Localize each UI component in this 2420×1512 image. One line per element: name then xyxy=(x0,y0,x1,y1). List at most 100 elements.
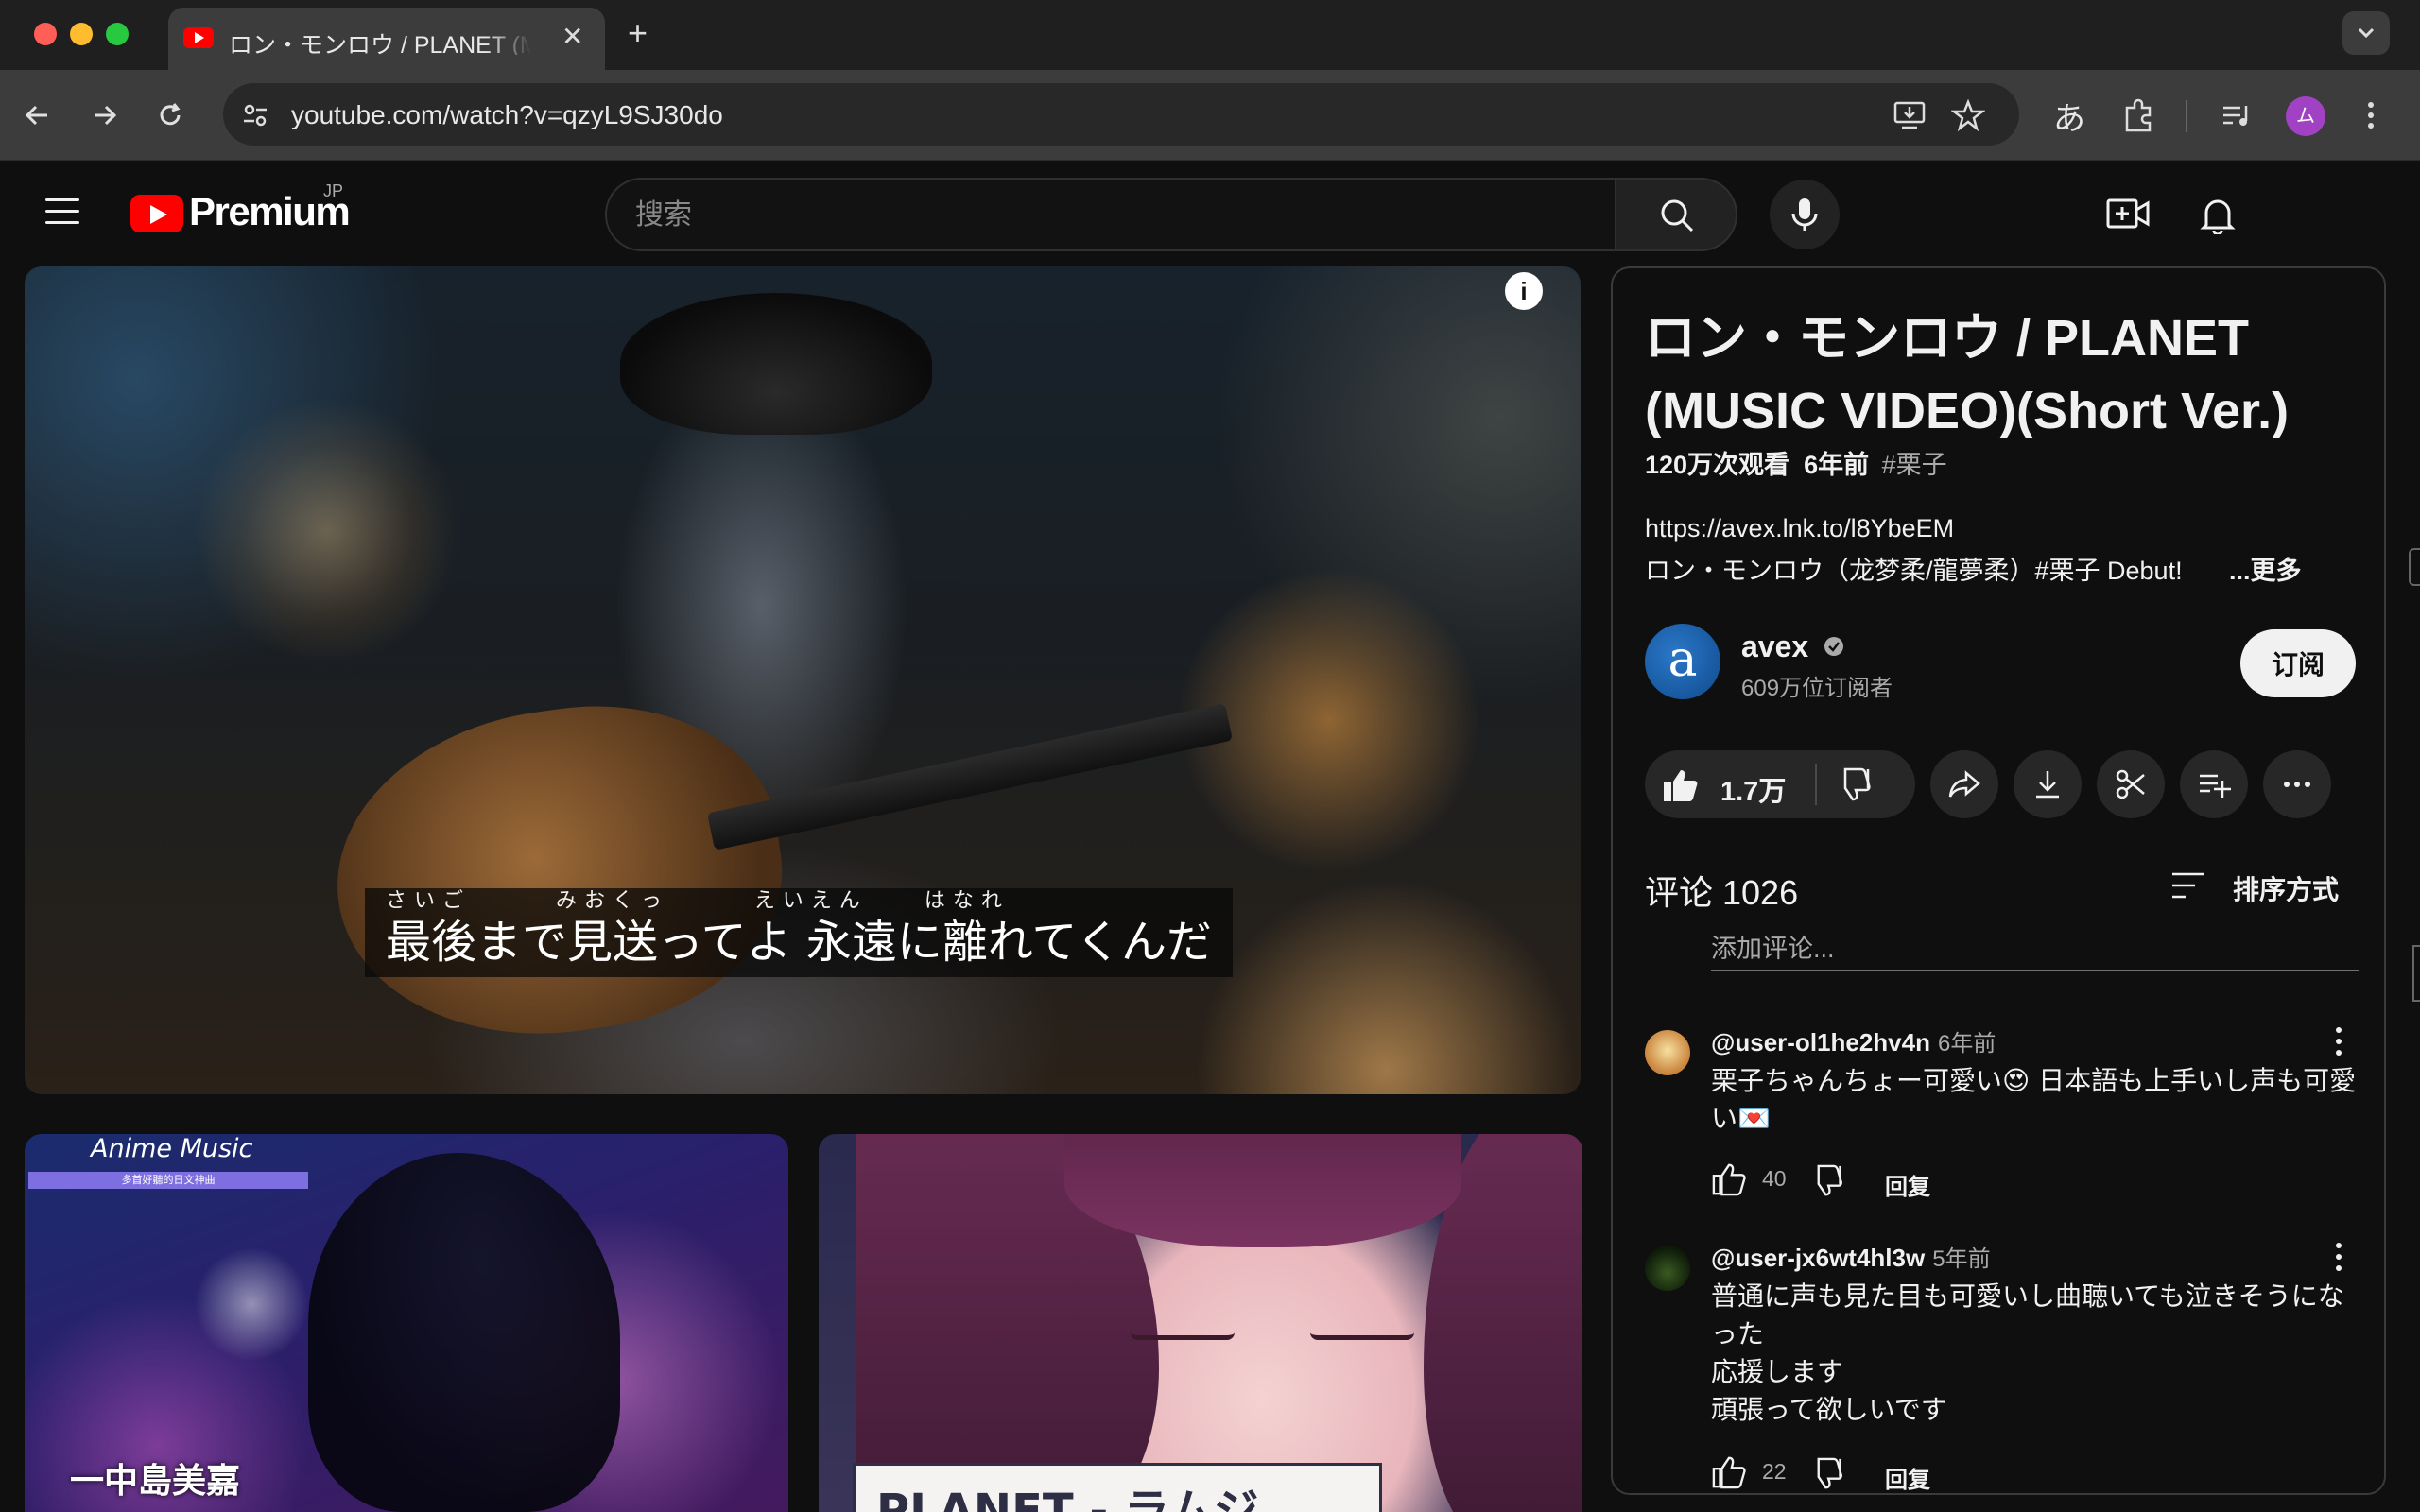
subscribe-button[interactable]: 订阅 xyxy=(2240,629,2356,697)
site-settings-icon[interactable] xyxy=(238,98,272,132)
browser-menu-icon[interactable] xyxy=(2360,96,2382,134)
comment-author[interactable]: @user-ol1he2hv4n 6年前 xyxy=(1711,1024,1996,1057)
thumbnail-artist: 一中島美嘉 xyxy=(70,1462,241,1501)
more-actions-button[interactable] xyxy=(2263,750,2331,818)
comment-item: @user-ol1he2hv4n 6年前 栗子ちゃんちょー可愛い😍 日本語も上手い… xyxy=(1645,1024,2363,1213)
youtube-logo-icon[interactable] xyxy=(130,195,183,232)
hashtag-link[interactable]: #栗子 xyxy=(1882,451,1947,479)
voice-search-button[interactable] xyxy=(1770,180,1840,249)
tab-close-icon[interactable]: ✕ xyxy=(562,21,583,52)
comment-author-avatar[interactable] xyxy=(1645,1030,1690,1075)
thumbnail-badge: Anime Music xyxy=(91,1134,253,1163)
comment-like-count: 40 xyxy=(1762,1166,1787,1191)
description-text: ロン・モンロウ（龙梦柔/龍夢柔）#栗子 Debut! xyxy=(1645,557,2183,585)
share-arrow-icon xyxy=(1948,770,1980,798)
playlist-add-icon xyxy=(2200,774,2231,798)
view-count: 120万次观看 xyxy=(1645,451,1790,479)
video-title: ロン・モンロウ / PLANET (MUSIC VIDEO)(Short Ver… xyxy=(1645,310,2290,439)
microphone-icon xyxy=(1791,198,1818,231)
recommended-video-thumbnail[interactable]: Anime Music 多首好聽的日文神曲 一中島美嘉 xyxy=(25,1134,788,1512)
input-method-indicator[interactable]: あ xyxy=(2053,93,2085,139)
info-card-icon[interactable]: i xyxy=(1505,272,1543,310)
thumbnail-title-box: PLANET - ラムジ xyxy=(853,1463,1382,1512)
guide-menu-icon[interactable] xyxy=(45,198,79,232)
comment-author[interactable]: @user-jx6wt4hl3w 5年前 xyxy=(1711,1240,1991,1273)
extensions-puzzle-icon[interactable] xyxy=(2119,96,2157,134)
thumbs-down-icon[interactable] xyxy=(1840,767,1877,803)
sort-label: 排序方式 xyxy=(2233,875,2340,904)
save-to-playlist-button[interactable] xyxy=(2180,750,2248,818)
forward-arrow-icon[interactable] xyxy=(85,96,123,134)
like-divider xyxy=(1815,764,1817,805)
comment-time[interactable]: 5年前 xyxy=(1932,1246,1990,1272)
tab-title: ロン・モンロウ / PLANET (MUSIC VIDEO)(Short Ver… xyxy=(229,32,531,55)
browser-toolbar: youtube.com/watch?v=qzyL9SJ30do あ ム xyxy=(0,70,2420,161)
download-icon xyxy=(2036,771,2059,799)
youtube-favicon-icon xyxy=(183,27,214,48)
clip-button[interactable] xyxy=(2097,750,2165,818)
notifications-bell-icon[interactable] xyxy=(2199,195,2237,234)
comment-menu-icon[interactable] xyxy=(2329,1240,2348,1274)
comment-text-line: 頑張って欲しいです xyxy=(1711,1394,1947,1425)
comment-author-handle[interactable]: @user-ol1he2hv4n xyxy=(1711,1028,1930,1057)
window-edge-handle xyxy=(2412,945,2420,1002)
search-box xyxy=(605,178,1616,251)
sort-comments-button[interactable]: 排序方式 xyxy=(2170,866,2360,907)
close-window-button[interactable] xyxy=(34,23,57,45)
address-bar[interactable]: youtube.com/watch?v=qzyL9SJ30do xyxy=(223,83,2019,146)
thumbnail-title: PLANET - ラムジ xyxy=(876,1485,1259,1512)
recommended-video-thumbnail[interactable]: PLANET - ラムジ xyxy=(819,1134,1582,1512)
comment-like-icon[interactable] xyxy=(1711,1455,1747,1489)
comment-dislike-icon[interactable] xyxy=(1813,1164,1849,1198)
thumbnail-closed-eye xyxy=(1131,1332,1235,1340)
scissors-icon xyxy=(2116,769,2145,799)
video-frame-guitar xyxy=(316,680,802,1062)
new-tab-button[interactable]: + xyxy=(628,13,648,53)
video-details-panel: ロン・モンロウ / PLANET (MUSIC VIDEO)(Short Ver… xyxy=(1611,266,2386,1495)
like-dislike-group: 1.7万 xyxy=(1645,750,1915,818)
install-app-icon[interactable] xyxy=(1893,98,1928,132)
show-more-button[interactable]: ...更多 xyxy=(2229,550,2302,587)
comment-author-handle[interactable]: @user-jx6wt4hl3w xyxy=(1711,1244,1925,1272)
video-caption: さいご みおくっ えいえん はなれ 最後まで見送ってよ 永遠に離れてくんだ xyxy=(365,888,1233,977)
sort-icon xyxy=(2172,872,2204,899)
share-button[interactable] xyxy=(1930,750,1998,818)
back-arrow-icon[interactable] xyxy=(19,96,57,134)
comment-menu-icon[interactable] xyxy=(2329,1024,2348,1058)
search-icon xyxy=(1661,199,1694,232)
description-link[interactable]: https://avex.lnk.to/l8YbeEM xyxy=(1645,514,1954,543)
comment-dislike-icon[interactable] xyxy=(1813,1457,1849,1491)
maximize-window-button[interactable] xyxy=(106,23,129,45)
channel-avatar[interactable]: a xyxy=(1645,624,1720,699)
search-button[interactable] xyxy=(1616,178,1737,251)
tab-search-button[interactable] xyxy=(2342,11,2390,55)
comment-time[interactable]: 6年前 xyxy=(1938,1031,1996,1057)
youtube-masthead: Premium JP xyxy=(0,161,2420,266)
video-meta: 120万次观看 6年前 #栗子 xyxy=(1645,444,1947,481)
browser-tab-active[interactable]: ロン・モンロウ / PLANET (MUSIC VIDEO)(Short Ver… xyxy=(168,8,605,70)
more-horizontal-icon xyxy=(2284,782,2310,787)
search-input[interactable] xyxy=(635,197,1562,234)
thumbnail-bangs xyxy=(1064,1134,1461,1247)
profile-avatar[interactable]: ム xyxy=(2286,96,2325,136)
window-edge-handle xyxy=(2409,548,2420,586)
thumbs-up-icon[interactable] xyxy=(1662,767,1700,803)
media-control-icon[interactable] xyxy=(2218,96,2256,134)
comment-like-icon[interactable] xyxy=(1711,1162,1747,1196)
thumbnail-subtitle: 多首好聽的日文神曲 xyxy=(28,1172,308,1189)
video-player[interactable]: i さいご みおくっ えいえん はなれ 最後まで見送ってよ 永遠に離れてくんだ xyxy=(25,266,1581,1094)
download-button[interactable] xyxy=(2014,750,2082,818)
caption-text: 最後まで見送ってよ 永遠に離れてくんだ xyxy=(386,916,1212,969)
reload-icon[interactable] xyxy=(151,96,189,134)
comment-input[interactable] xyxy=(1711,928,2360,970)
comment-reply-button[interactable]: 回复 xyxy=(1885,1461,1930,1494)
channel-name[interactable]: avex xyxy=(1741,629,1808,664)
create-video-icon[interactable] xyxy=(2106,195,2150,232)
minimize-window-button[interactable] xyxy=(70,23,93,45)
verified-badge-icon xyxy=(1824,637,1843,656)
thumbnail-closed-eye xyxy=(1310,1332,1414,1340)
comment-author-avatar[interactable] xyxy=(1645,1246,1690,1291)
comment-reply-button[interactable]: 回复 xyxy=(1885,1168,1930,1201)
bookmark-star-icon[interactable] xyxy=(1951,98,1985,132)
thumbnail-figure xyxy=(308,1153,620,1512)
